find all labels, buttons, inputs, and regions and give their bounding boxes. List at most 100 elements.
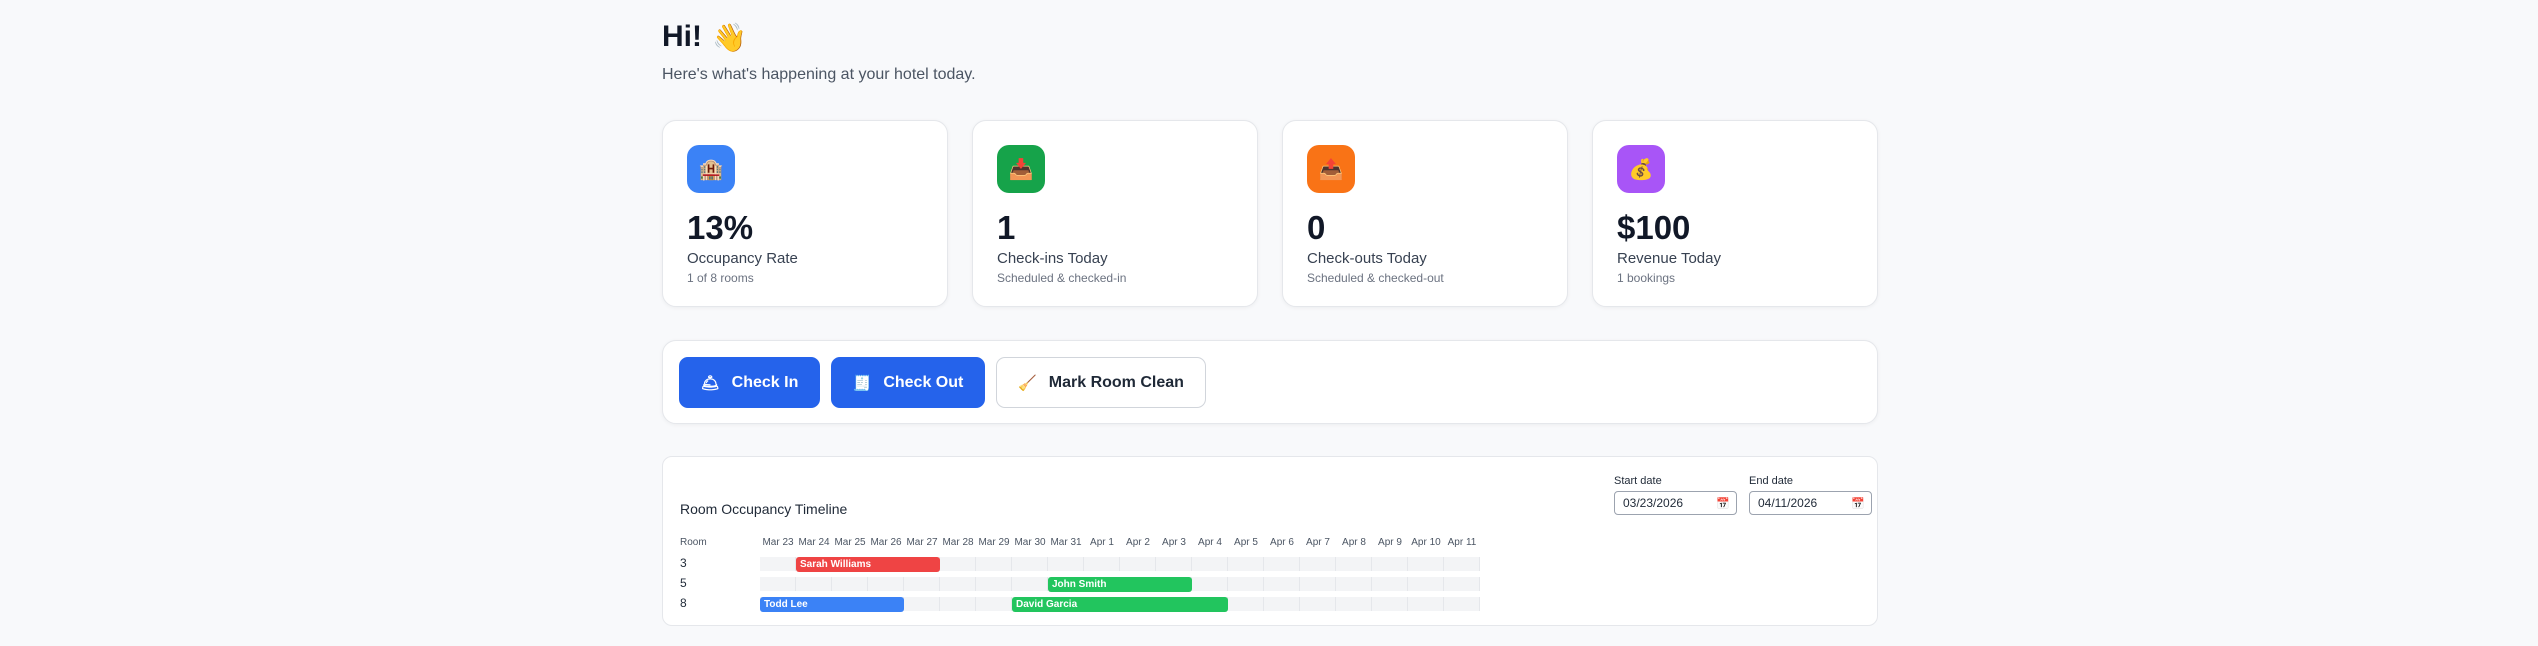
timeline-cell [1408, 557, 1444, 571]
timeline-date-header: Mar 23 [762, 537, 794, 548]
timeline-cell [1408, 577, 1444, 591]
broom-icon: 🧹 [1018, 374, 1037, 392]
timeline-cell [1372, 577, 1408, 591]
end-date-value: 04/11/2026 [1758, 496, 1818, 510]
timeline-cell [904, 597, 940, 611]
timeline-date-header: Apr 1 [1090, 537, 1114, 548]
stat-value: 1 [997, 209, 1016, 246]
timeline-cell [940, 557, 976, 571]
timeline-cell [1228, 597, 1264, 611]
timeline-cell [1408, 597, 1444, 611]
start-date-input[interactable]: 03/23/2026 📅 [1614, 491, 1737, 515]
timeline-cell [1300, 597, 1336, 611]
end-date-label: End date [1749, 475, 1794, 487]
timeline-date-header: Mar 27 [906, 537, 938, 548]
timeline-date-header: Apr 10 [1411, 537, 1441, 548]
stat-value: 13% [687, 209, 754, 246]
booking-bar[interactable]: Sarah Williams [796, 557, 940, 572]
start-date-field: Start date 03/23/2026 📅 [1614, 475, 1737, 515]
calendar-icon[interactable]: 📅 [1851, 497, 1865, 510]
timeline-date-header: Mar 24 [798, 537, 830, 548]
calendar-icon[interactable]: 📅 [1716, 497, 1730, 510]
stat-label: Revenue Today [1617, 250, 1721, 267]
timeline-cell [1444, 597, 1480, 611]
timeline-cell [868, 577, 904, 591]
stat-card-occupancy: 🏨 13% Occupancy Rate 1 of 8 rooms [662, 120, 948, 307]
waving-hand-icon: 👋 [712, 21, 747, 53]
timeline-cell [1012, 577, 1048, 591]
timeline-cell [1264, 577, 1300, 591]
timeline-room-label: 8 [680, 596, 687, 610]
timeline-cell [1192, 577, 1228, 591]
timeline-cell [1300, 557, 1336, 571]
stat-label: Occupancy Rate [687, 250, 798, 267]
booking-bar[interactable]: Todd Lee [760, 597, 904, 612]
room-column-header: Room [680, 537, 707, 548]
timeline-cell [940, 577, 976, 591]
check-out-button[interactable]: 🧾 Check Out [831, 357, 985, 408]
timeline-cell [1048, 557, 1084, 571]
timeline-date-header: Mar 31 [1050, 537, 1082, 548]
end-date-input[interactable]: 04/11/2026 📅 [1749, 491, 1872, 515]
stat-detail: 1 of 8 rooms [687, 271, 754, 285]
outbox-tray-icon: 📤 [1307, 145, 1355, 193]
timeline-cell [1372, 557, 1408, 571]
stat-detail: Scheduled & checked-in [997, 271, 1127, 285]
bellhop-bell-icon: 🛎 [700, 374, 720, 392]
booking-bar[interactable]: David Garcia [1012, 597, 1228, 612]
inbox-tray-icon: 📥 [997, 145, 1045, 193]
timeline-cell [1264, 557, 1300, 571]
timeline-room-label: 5 [680, 576, 687, 590]
timeline-cell [1084, 557, 1120, 571]
timeline-date-header: Mar 30 [1014, 537, 1046, 548]
page-subtitle: Here's what's happening at your hotel to… [662, 66, 976, 83]
timeline-date-header: Apr 2 [1126, 537, 1150, 548]
stats-cards: 🏨 13% Occupancy Rate 1 of 8 rooms 📥 1 Ch… [662, 120, 1878, 307]
stat-detail: 1 bookings [1617, 271, 1676, 285]
stat-value: $100 [1617, 209, 1691, 246]
check-in-label: Check In [731, 373, 799, 391]
timeline-cell [760, 577, 796, 591]
check-out-label: Check Out [883, 373, 964, 391]
start-date-label: Start date [1614, 475, 1662, 487]
timeline-cell [1336, 557, 1372, 571]
timeline-cell [1300, 577, 1336, 591]
room-occupancy-timeline: Room Occupancy Timeline Start date 03/23… [662, 456, 1878, 626]
timeline-cell [976, 577, 1012, 591]
timeline-room-label: 3 [680, 556, 687, 570]
mark-room-clean-button[interactable]: 🧹 Mark Room Clean [996, 357, 1206, 408]
timeline-cell [1444, 577, 1480, 591]
timeline-date-header: Mar 29 [978, 537, 1010, 548]
timeline-title: Room Occupancy Timeline [680, 501, 848, 517]
timeline-cell [1192, 557, 1228, 571]
timeline-date-header: Apr 6 [1270, 537, 1294, 548]
timeline-cell [1336, 597, 1372, 611]
hotel-icon: 🏨 [687, 145, 735, 193]
stat-label: Check-outs Today [1307, 250, 1427, 267]
timeline-cell [1336, 577, 1372, 591]
end-date-field: End date 04/11/2026 📅 [1749, 475, 1872, 515]
stat-card-checkouts: 📤 0 Check-outs Today Scheduled & checked… [1282, 120, 1568, 307]
timeline-cell [976, 597, 1012, 611]
start-date-value: 03/23/2026 [1623, 496, 1684, 510]
timeline-cell [1264, 597, 1300, 611]
stat-card-revenue: 💰 $100 Revenue Today 1 bookings [1592, 120, 1878, 307]
greeting-heading: Hi! 👋 [662, 20, 747, 54]
check-in-button[interactable]: 🛎 Check In [679, 357, 820, 408]
stat-card-checkins: 📥 1 Check-ins Today Scheduled & checked-… [972, 120, 1258, 307]
timeline-cell [940, 597, 976, 611]
timeline-date-header: Apr 7 [1306, 537, 1330, 548]
stat-detail: Scheduled & checked-out [1307, 271, 1444, 285]
booking-bar[interactable]: John Smith [1048, 577, 1192, 592]
timeline-cell [1012, 557, 1048, 571]
timeline-date-header: Apr 4 [1198, 537, 1222, 548]
timeline-date-header: Apr 11 [1447, 537, 1477, 548]
timeline-cell [1156, 557, 1192, 571]
receipt-icon: 🧾 [852, 374, 872, 392]
timeline-date-header: Apr 3 [1162, 537, 1186, 548]
quick-actions-panel: 🛎 Check In 🧾 Check Out 🧹 Mark Room Clean [662, 340, 1878, 424]
timeline-date-header: Apr 9 [1378, 537, 1402, 548]
greeting-text: Hi! [662, 20, 702, 53]
timeline-date-header: Apr 8 [1342, 537, 1366, 548]
timeline-date-header: Mar 28 [942, 537, 974, 548]
